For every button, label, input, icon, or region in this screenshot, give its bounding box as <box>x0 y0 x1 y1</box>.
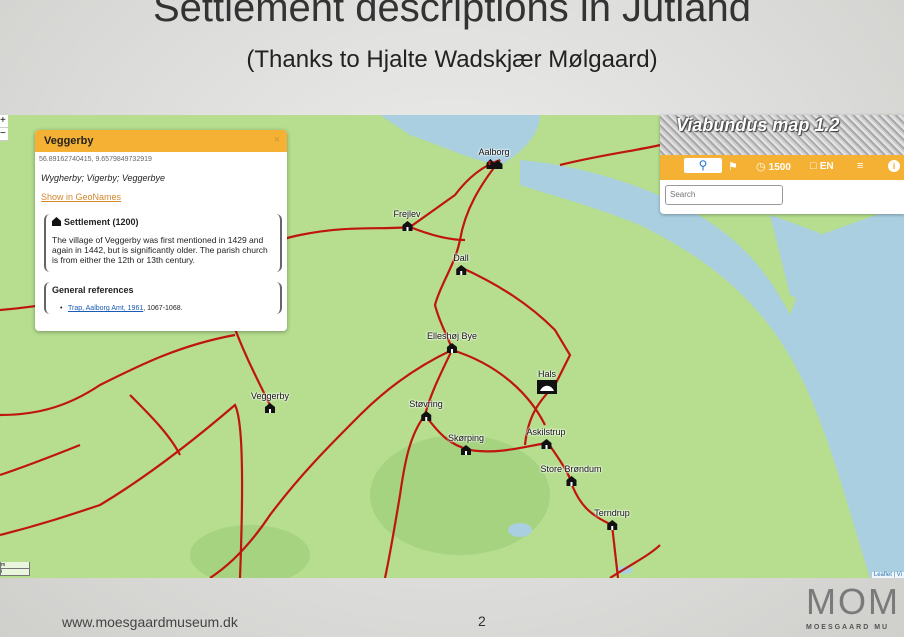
place-sk\u00f8rping[interactable]: Skørping <box>448 433 484 456</box>
house-icon <box>460 445 471 455</box>
place-label: Dall <box>453 253 469 263</box>
route-icon[interactable]: ⚑ <box>728 160 738 173</box>
place-st\u00f8vring[interactable]: Støvring <box>409 399 443 422</box>
viabundus-banner: Viabundus map 1.2 <box>660 115 904 155</box>
popup-title: Veggerby <box>44 135 94 147</box>
slide-title: Settlement descriptions in Jutland <box>152 0 752 30</box>
kattegat-water <box>520 160 904 578</box>
house-icon <box>52 217 61 226</box>
place-label: Store Brøndum <box>540 464 602 474</box>
place-label: Elleshøj Bye <box>426 331 478 341</box>
place-ellesh\u00f8j-bye[interactable]: Elleshøj Bye <box>427 331 477 354</box>
place-label: Hals <box>537 369 556 379</box>
town-icon <box>486 159 502 169</box>
house-icon <box>540 439 551 449</box>
house-icon <box>401 221 412 231</box>
search-icon[interactable]: ⚲ <box>684 158 722 173</box>
place-label: Terndrup <box>594 508 630 518</box>
footer-url: www.moesgaardmuseum.dk <box>62 614 238 630</box>
house-icon <box>420 411 431 421</box>
slide-subtitle: (Thanks to Hjalte Wadskjær Mølgaard) <box>246 46 658 73</box>
house-icon <box>447 343 457 353</box>
close-icon[interactable]: × <box>274 134 280 146</box>
place-label: Aalborg <box>478 147 510 157</box>
place-terndrup[interactable]: Terndrup <box>594 508 630 531</box>
place-veggerby[interactable]: Veggerby <box>251 391 289 414</box>
search-input[interactable] <box>665 185 783 205</box>
moesgaard-logo: MOM MOESGAARD MU <box>806 584 904 637</box>
settlement-description: The village of Veggerby was first mentio… <box>52 235 268 265</box>
forest-area <box>190 525 310 578</box>
scale-top: m <box>0 562 30 569</box>
ferry-icon <box>537 380 557 394</box>
place-askilstrup[interactable]: Askilstrup <box>526 427 566 450</box>
references-heading: General references <box>52 285 134 295</box>
popup-coordinates: 56.89162740415, 9.6579849732919 <box>39 156 152 163</box>
place-hals[interactable]: Hals <box>537 369 557 394</box>
language-icon[interactable]: □ EN <box>810 160 834 172</box>
language-value: EN <box>819 161 834 172</box>
house-icon <box>265 403 275 413</box>
info-icon[interactable]: i <box>888 160 900 172</box>
place-label: Frejlev <box>393 209 421 219</box>
reference-item: Trap, Aalborg Amt, 1961, 1067-1068. <box>52 305 274 312</box>
house-icon <box>455 265 466 275</box>
place-label: Askilstrup <box>526 427 566 437</box>
map-attribution[interactable]: Leaflet | Vi <box>871 572 904 578</box>
references-box: General references Trap, Aalborg Amt, 19… <box>44 282 282 314</box>
zoom-in-button[interactable]: + <box>0 115 8 128</box>
house-icon <box>607 520 617 530</box>
logo-mark: MOM <box>806 584 900 622</box>
list-icon[interactable]: ≡ <box>857 160 863 172</box>
popup-header: Veggerby × <box>35 130 287 152</box>
place-dall[interactable]: Dall <box>453 253 469 276</box>
scale-bottom: i <box>0 569 30 576</box>
viabundus-toolbar: ⚲ ⚑ ◷ 1500 □ EN ≡ i <box>660 155 904 180</box>
geonames-link[interactable]: Show in GeoNames <box>41 192 121 202</box>
limfjord-water <box>380 115 540 165</box>
settlement-heading-text: Settlement (1200) <box>64 217 139 227</box>
place-store-br\u00f8ndum[interactable]: Store Brøndum <box>540 464 602 487</box>
logo-text: MOESGAARD MU <box>806 624 890 631</box>
page-number: 2 <box>478 613 486 629</box>
house-icon <box>566 476 576 486</box>
clock-icon[interactable]: ◷ 1500 <box>756 160 791 173</box>
place-aalborg[interactable]: Aalborg <box>478 147 510 170</box>
map-scale: m i <box>0 562 30 576</box>
place-label: Støvring <box>409 399 443 409</box>
viabundus-title: Viabundus map 1.2 <box>676 115 840 135</box>
reference-link[interactable]: Trap, Aalborg Amt, 1961 <box>68 305 143 312</box>
viabundus-panel: Viabundus map 1.2 ⚲ ⚑ ◷ 1500 □ EN ≡ i <box>660 115 904 214</box>
place-label: Veggerby <box>250 391 290 401</box>
place-label: Skørping <box>447 433 485 443</box>
year-value: 1500 <box>768 162 791 173</box>
place-popup: Veggerby × 56.89162740415, 9.65798497329… <box>35 130 287 331</box>
settlement-heading: Settlement (1200) <box>52 217 274 227</box>
zoom-out-button[interactable]: − <box>0 128 8 141</box>
lake <box>508 523 532 537</box>
reference-pages: , 1067-1068. <box>143 305 183 312</box>
place-frejlev[interactable]: Frejlev <box>393 209 421 232</box>
settlement-box: Settlement (1200) The village of Veggerb… <box>44 214 282 272</box>
popup-alternate-names: Wygherby; Vigerby; Veggerbye <box>41 173 166 183</box>
